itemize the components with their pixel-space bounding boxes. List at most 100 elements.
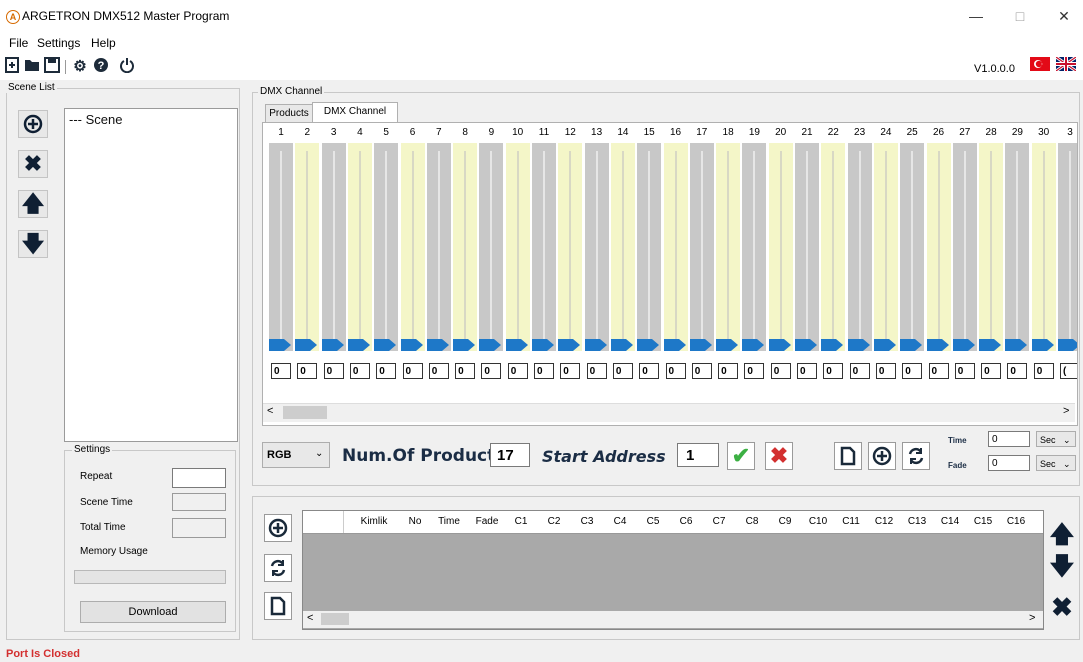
delete-step-button[interactable]: ✖ <box>1048 594 1076 620</box>
channel-value-input[interactable]: 0 <box>1007 363 1028 379</box>
column-header[interactable]: Kimlik <box>349 516 399 527</box>
step-up-button[interactable]: 🡅 <box>1048 522 1076 548</box>
grid-scroll-left-arrow[interactable]: < <box>307 612 313 624</box>
channel-slider-thumb[interactable] <box>532 339 554 354</box>
channel-slider-track[interactable] <box>979 143 1004 351</box>
channel-value-input[interactable]: 0 <box>718 363 739 379</box>
channel-value-input[interactable]: 0 <box>875 363 896 379</box>
channel-slider-thumb[interactable] <box>926 339 949 354</box>
delete-scene-button[interactable]: ✖ <box>18 150 48 178</box>
channel-slider-thumb[interactable] <box>453 339 476 354</box>
channel-value-input[interactable]: 0 <box>402 363 423 379</box>
channel-value-input[interactable]: 0 <box>507 363 528 379</box>
column-header[interactable]: Time <box>431 516 467 527</box>
channel-slider-track[interactable] <box>1058 143 1077 351</box>
channel-value-input[interactable]: 0 <box>271 363 291 379</box>
column-header[interactable]: C4 <box>606 516 634 527</box>
channel-slider-track[interactable] <box>821 143 846 351</box>
add-button[interactable] <box>868 442 896 470</box>
fade-unit-select[interactable]: Sec ⌄ <box>1036 455 1076 471</box>
channel-slider-thumb[interactable] <box>610 339 633 354</box>
add-scene-button[interactable] <box>18 110 48 138</box>
channel-slider-track[interactable] <box>795 143 819 351</box>
tree-item-scene[interactable]: --- Scene <box>69 112 122 127</box>
channel-slider-thumb[interactable] <box>426 339 449 354</box>
channel-slider-track[interactable] <box>610 143 635 351</box>
channel-slider-thumb[interactable] <box>952 339 975 354</box>
tab-dmx-channel[interactable]: DMX Channel <box>312 102 398 123</box>
channel-slider-thumb[interactable] <box>295 339 318 354</box>
mode-select[interactable]: RGB ⌄ <box>262 442 330 468</box>
column-header[interactable]: C16 <box>1002 516 1030 527</box>
scroll-right-arrow[interactable]: > <box>1063 405 1069 417</box>
channel-slider-thumb[interactable] <box>558 339 581 354</box>
channel-value-input[interactable]: 0 <box>981 363 1002 379</box>
channel-slider-track[interactable] <box>1005 143 1030 351</box>
time-input[interactable]: 0 <box>988 431 1030 447</box>
menu-help[interactable]: Help <box>91 36 116 50</box>
channel-slider-track[interactable] <box>742 143 767 351</box>
column-header[interactable]: C14 <box>936 516 964 527</box>
add-step-button[interactable] <box>264 514 292 542</box>
channel-slider-thumb[interactable] <box>1005 339 1028 354</box>
channel-slider-track[interactable] <box>847 143 872 351</box>
channel-slider-track[interactable] <box>400 143 425 351</box>
channel-slider-track[interactable] <box>505 143 530 351</box>
column-header[interactable]: C8 <box>738 516 766 527</box>
channel-slider-thumb[interactable] <box>900 339 923 354</box>
new-file-icon[interactable] <box>2 57 22 77</box>
menu-settings[interactable]: Settings <box>37 36 80 50</box>
channel-slider-track[interactable] <box>716 143 741 351</box>
channel-value-input[interactable]: 0 <box>954 363 975 379</box>
channel-slider-thumb[interactable] <box>374 339 397 354</box>
grid-scroll-thumb[interactable] <box>321 613 349 625</box>
column-header[interactable]: C5 <box>639 516 667 527</box>
apply-check-button[interactable]: ✔ <box>727 442 755 470</box>
channel-slider-track[interactable] <box>426 143 451 351</box>
channel-value-input[interactable]: 0 <box>586 363 607 379</box>
channel-slider-thumb[interactable] <box>716 339 739 354</box>
channel-slider-track[interactable] <box>689 143 714 351</box>
refresh-steps-button[interactable] <box>264 554 292 582</box>
column-header[interactable]: C1 <box>507 516 535 527</box>
channel-slider-thumb[interactable] <box>689 339 712 354</box>
channel-value-input[interactable]: 0 <box>560 363 581 379</box>
refresh-button[interactable] <box>902 442 930 470</box>
channel-slider-thumb[interactable] <box>505 339 528 354</box>
channel-value-input[interactable]: 0 <box>481 363 502 379</box>
maximize-button[interactable]: □ <box>1005 6 1035 26</box>
channel-value-input[interactable]: 0 <box>376 363 397 379</box>
scroll-thumb[interactable] <box>283 406 327 419</box>
channel-slider-track[interactable] <box>347 143 372 351</box>
channel-slider-track[interactable] <box>926 143 951 351</box>
column-header[interactable]: C3 <box>573 516 601 527</box>
channel-value-input[interactable]: 0 <box>323 363 344 379</box>
channel-slider-thumb[interactable] <box>742 339 765 354</box>
new-step-button[interactable] <box>264 592 292 620</box>
power-icon[interactable] <box>117 57 137 77</box>
channel-value-input[interactable]: 0 <box>928 363 949 379</box>
channel-value-input[interactable]: 0 <box>665 363 686 379</box>
channel-value-input[interactable]: 0 <box>297 363 318 379</box>
channel-slider-thumb[interactable] <box>1031 339 1054 354</box>
channel-value-input[interactable]: 0 <box>455 363 476 379</box>
scene-tree[interactable]: --- Scene <box>64 108 238 442</box>
channel-slider-track[interactable] <box>374 143 399 351</box>
channel-value-input[interactable]: 0 <box>770 363 791 379</box>
channel-value-input[interactable]: 0 <box>639 363 660 379</box>
channel-slider-track[interactable] <box>952 143 977 351</box>
gear-icon[interactable]: ⚙ <box>70 57 90 77</box>
new-document-button[interactable] <box>834 442 862 470</box>
minimize-button[interactable]: — <box>961 6 991 26</box>
channel-slider-track[interactable] <box>900 143 925 351</box>
channel-value-input[interactable]: 0 <box>744 363 765 379</box>
horizontal-scrollbar[interactable]: < > <box>263 403 1075 422</box>
channel-slider-track[interactable] <box>479 143 504 351</box>
channel-value-input[interactable]: 0 <box>349 363 370 379</box>
channel-slider-track[interactable] <box>558 143 583 351</box>
time-unit-select[interactable]: Sec ⌄ <box>1036 431 1076 447</box>
move-down-button[interactable]: 🡇 <box>18 230 48 258</box>
start-address-input[interactable]: 1 <box>677 443 719 467</box>
open-folder-icon[interactable] <box>22 57 42 77</box>
channel-slider-track[interactable] <box>321 143 346 351</box>
